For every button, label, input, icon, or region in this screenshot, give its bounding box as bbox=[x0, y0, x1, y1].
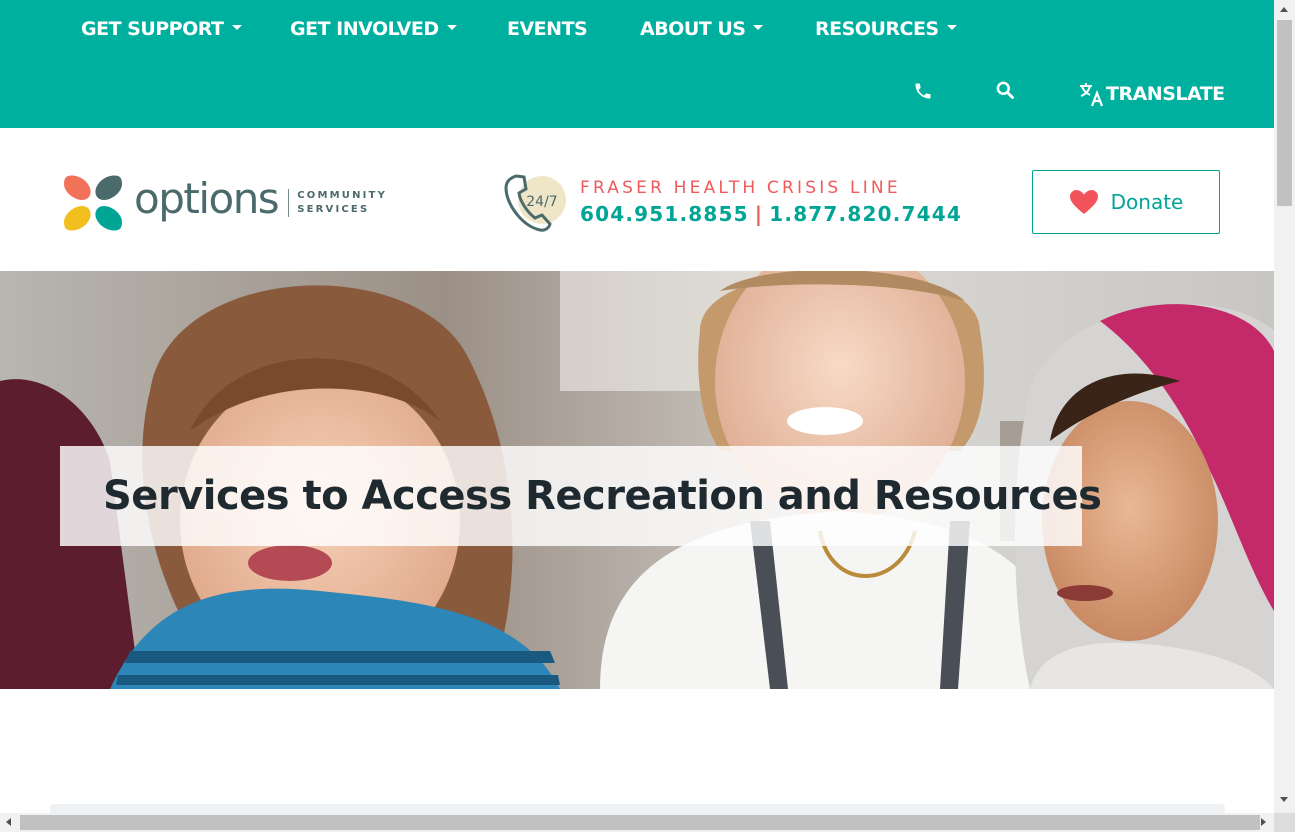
logo-subtitle-line2: SERVICES bbox=[297, 204, 370, 215]
clover-logo-icon bbox=[62, 172, 124, 234]
logo-subtitle: COMMUNITY SERVICES bbox=[297, 189, 387, 217]
scroll-up-arrow-icon[interactable] bbox=[1280, 7, 1288, 12]
caret-down-icon bbox=[946, 25, 957, 30]
crisis-separator: | bbox=[754, 202, 764, 226]
caret-down-icon bbox=[231, 25, 242, 30]
nav-get-involved-label: GET INVOLVED bbox=[290, 18, 439, 40]
logo-subtitle-line1: COMMUNITY bbox=[297, 190, 388, 201]
top-nav-bar: GET SUPPORT GET INVOLVED EVENTS ABOUT US… bbox=[0, 0, 1274, 128]
hero-banner: Services to Access Recreation and Resour… bbox=[0, 271, 1274, 689]
logo-divider bbox=[288, 189, 290, 217]
search-icon[interactable] bbox=[995, 80, 1015, 104]
translate-button[interactable]: TRANSLATE bbox=[1078, 80, 1225, 108]
vertical-scrollbar[interactable] bbox=[1274, 0, 1295, 813]
nav-get-involved[interactable]: GET INVOLVED bbox=[290, 18, 457, 40]
heart-icon bbox=[1069, 189, 1099, 215]
scroll-down-arrow-icon[interactable] bbox=[1280, 797, 1288, 802]
caret-down-icon bbox=[753, 25, 764, 30]
page-viewport: GET SUPPORT GET INVOLVED EVENTS ABOUT US… bbox=[0, 0, 1274, 813]
horizontal-scroll-thumb[interactable] bbox=[20, 815, 1260, 830]
logo-wordmark: options bbox=[134, 174, 280, 223]
nav-resources-label: RESOURCES bbox=[815, 18, 939, 40]
scroll-right-arrow-icon[interactable] bbox=[1261, 818, 1266, 826]
scroll-left-arrow-icon[interactable] bbox=[6, 818, 11, 826]
crisis-phone-2[interactable]: 1.877.820.7444 bbox=[769, 202, 962, 226]
crisis-phone-1[interactable]: 604.951.8855 bbox=[580, 202, 749, 226]
nav-resources[interactable]: RESOURCES bbox=[815, 18, 957, 40]
donate-label: Donate bbox=[1110, 190, 1184, 214]
hero-title-panel: Services to Access Recreation and Resour… bbox=[60, 446, 1102, 546]
nav-get-support[interactable]: GET SUPPORT bbox=[81, 18, 242, 40]
crisis-badge-text: 24/7 bbox=[526, 194, 557, 210]
crisis-numbers: 604.951.8855 | 1.877.820.7444 bbox=[580, 202, 962, 226]
phone-icon[interactable] bbox=[913, 80, 933, 106]
crisis-text: FRASER HEALTH CRISIS LINE 604.951.8855 | 1… bbox=[580, 178, 962, 226]
nav-events[interactable]: EVENTS bbox=[507, 18, 588, 40]
scrollbar-corner bbox=[1274, 813, 1295, 832]
nav-events-label: EVENTS bbox=[507, 18, 588, 40]
nav-get-support-label: GET SUPPORT bbox=[81, 18, 224, 40]
donate-button[interactable]: Donate bbox=[1032, 170, 1220, 234]
nav-about-us-label: ABOUT US bbox=[640, 18, 746, 40]
options-logo[interactable]: options COMMUNITY SERVICES bbox=[62, 172, 387, 234]
content-card bbox=[50, 804, 1225, 813]
page-title: Services to Access Recreation and Resour… bbox=[103, 473, 1102, 519]
horizontal-scrollbar[interactable] bbox=[0, 813, 1274, 832]
caret-down-icon bbox=[446, 25, 457, 30]
site-header: options COMMUNITY SERVICES 24/7 FRASER H… bbox=[0, 128, 1274, 271]
translate-icon bbox=[1078, 80, 1106, 108]
phone-24-7-icon: 24/7 bbox=[502, 170, 568, 234]
nav-about-us[interactable]: ABOUT US bbox=[640, 18, 764, 40]
crisis-title: FRASER HEALTH CRISIS LINE bbox=[580, 178, 901, 198]
crisis-line: 24/7 FRASER HEALTH CRISIS LINE 604.951.8… bbox=[502, 170, 962, 234]
translate-label: TRANSLATE bbox=[1106, 83, 1225, 105]
vertical-scroll-thumb[interactable] bbox=[1277, 20, 1292, 206]
